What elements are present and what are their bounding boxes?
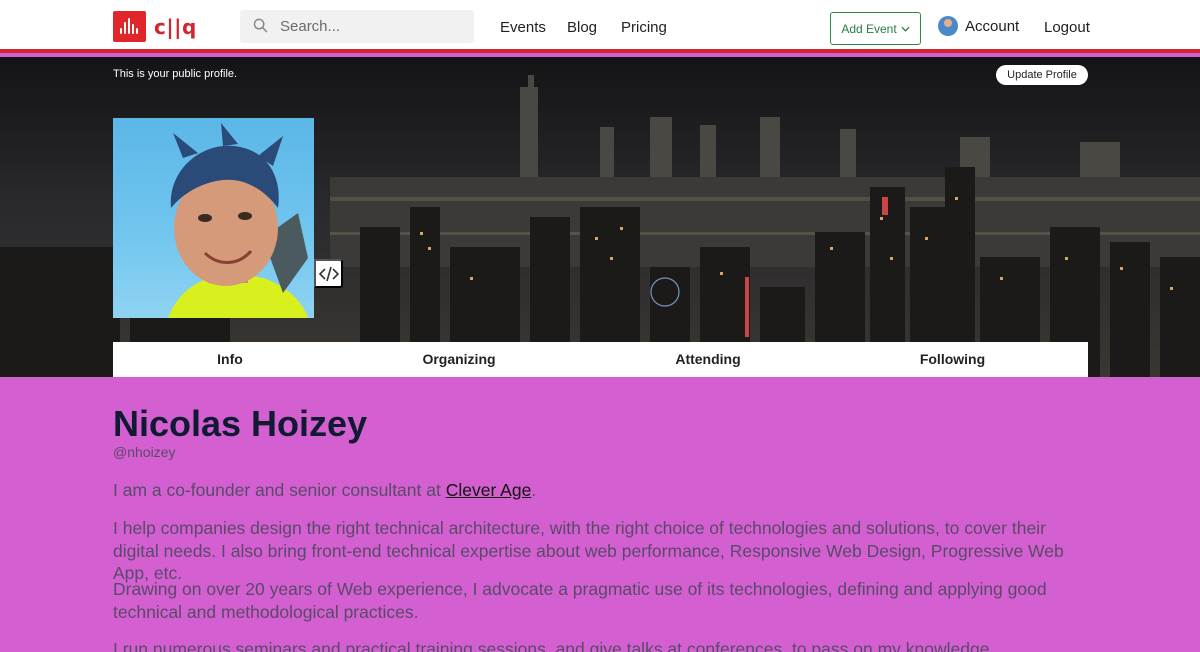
public-profile-note: This is your public profile. <box>113 68 238 80</box>
logo-mark-icon <box>113 11 146 42</box>
top-navbar: c||q Events Blog Pricing Add Event Accou… <box>0 0 1200 53</box>
update-profile-button[interactable]: Update Profile <box>996 65 1088 85</box>
profile-photo <box>113 118 314 318</box>
logout-link[interactable]: Logout <box>1044 19 1090 36</box>
profile-photo-image <box>168 123 308 318</box>
tab-info[interactable]: Info <box>113 342 347 377</box>
embed-code-button[interactable] <box>314 259 343 288</box>
cover-banner: This is your public profile. Update Prof… <box>0 57 1200 377</box>
search-box[interactable] <box>240 10 474 43</box>
tab-organizing[interactable]: Organizing <box>347 342 571 377</box>
search-input[interactable] <box>280 10 465 43</box>
account-menu[interactable]: Account <box>938 16 1019 36</box>
bio-text: I am a co-founder and senior consultant … <box>113 480 446 500</box>
tab-following[interactable]: Following <box>835 342 1070 377</box>
bio-text-end: . <box>531 480 537 500</box>
clever-age-link[interactable]: Clever Age <box>446 480 532 500</box>
bio-paragraph-2: I help companies design the right techni… <box>113 518 1064 583</box>
nav-pricing[interactable]: Pricing <box>621 19 667 36</box>
add-event-label: Add Event <box>841 21 897 36</box>
logo[interactable]: c||q <box>113 11 197 42</box>
add-event-button[interactable]: Add Event <box>830 12 921 45</box>
search-icon <box>253 18 268 33</box>
bio-paragraph-1: I am a co-founder and senior consultant … <box>113 479 1093 502</box>
tab-attending[interactable]: Attending <box>593 342 823 377</box>
bio-paragraph-4: I run numerous seminars and practical tr… <box>113 639 995 652</box>
profile-tabs: Info Organizing Attending Following <box>113 342 1088 377</box>
account-avatar <box>938 16 958 36</box>
bio-paragraph-3: Drawing on over 20 years of Web experien… <box>113 579 1047 622</box>
nav-events[interactable]: Events <box>500 19 546 36</box>
code-icon <box>318 266 339 281</box>
chevron-down-icon <box>901 26 910 32</box>
profile-name: Nicolas Hoizey <box>113 403 368 444</box>
profile-handle: @nhoizey <box>113 444 176 460</box>
logo-wordmark: c||q <box>154 14 197 39</box>
account-label: Account <box>965 17 1020 35</box>
nav-blog[interactable]: Blog <box>567 19 597 36</box>
